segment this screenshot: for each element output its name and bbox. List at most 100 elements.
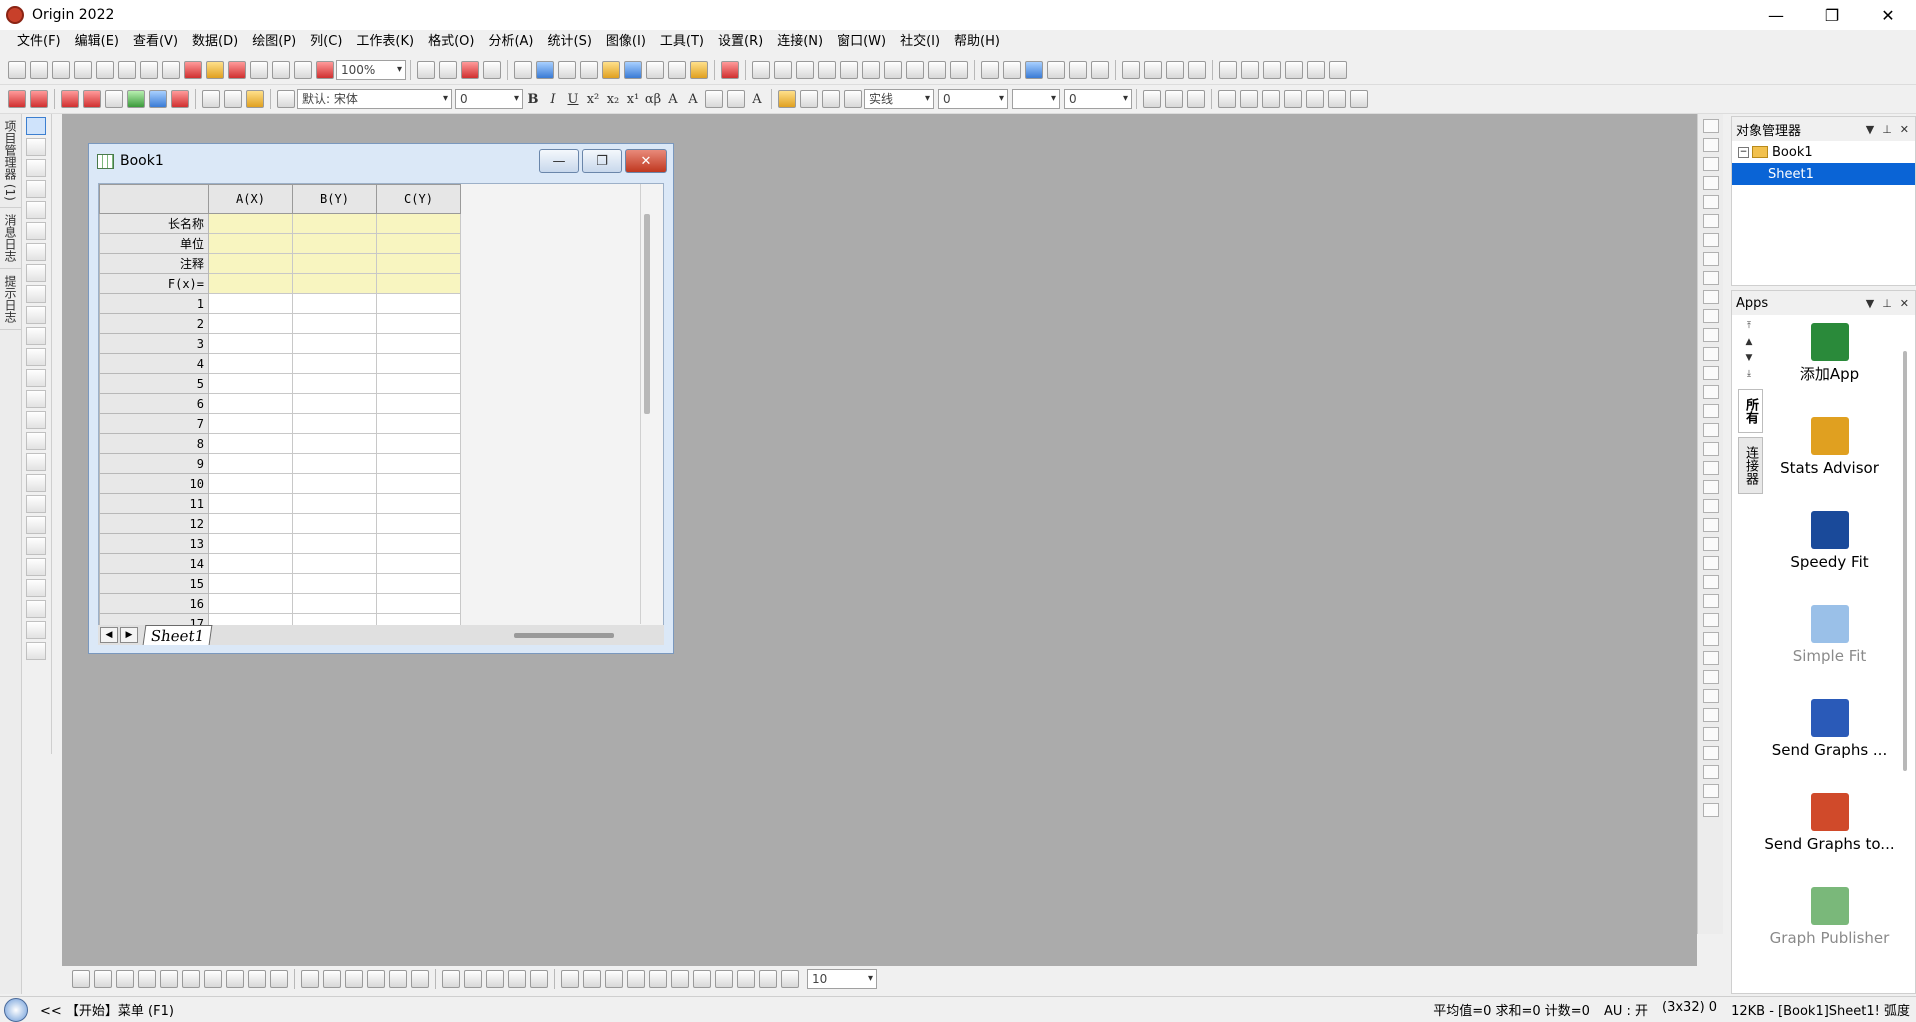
set-none-icon[interactable] bbox=[1091, 61, 1109, 79]
layer-icon[interactable] bbox=[105, 90, 123, 108]
italic-icon[interactable]: I bbox=[544, 92, 562, 107]
graph-theme-icon[interactable] bbox=[1703, 195, 1719, 209]
menu-item[interactable]: 数据(D) bbox=[185, 30, 245, 54]
reset-icon[interactable] bbox=[1703, 765, 1719, 779]
symbol-icon[interactable] bbox=[844, 90, 862, 108]
worksheet-cell[interactable] bbox=[208, 333, 293, 354]
duplicate-icon[interactable] bbox=[461, 61, 479, 79]
cloneable-icon[interactable] bbox=[486, 970, 504, 988]
digitizer-icon[interactable] bbox=[624, 61, 642, 79]
copy-format-icon[interactable] bbox=[781, 970, 799, 988]
row-header[interactable]: 2 bbox=[99, 313, 209, 334]
worksheet-cell[interactable] bbox=[376, 533, 461, 554]
circle-tool-icon[interactable] bbox=[26, 516, 46, 534]
close-button[interactable]: ✕ bbox=[1860, 0, 1916, 30]
save-template-icon[interactable] bbox=[272, 61, 290, 79]
new-graph-icon[interactable] bbox=[74, 61, 92, 79]
paste-icon[interactable] bbox=[246, 90, 264, 108]
worksheet-cell[interactable] bbox=[376, 373, 461, 394]
worksheet-cell[interactable] bbox=[376, 513, 461, 534]
font-size-select[interactable]: 0 bbox=[455, 89, 523, 109]
column-statistics-icon[interactable] bbox=[752, 61, 770, 79]
menu-item[interactable]: 社交(I) bbox=[893, 30, 947, 54]
spread-icon[interactable] bbox=[715, 970, 733, 988]
bring-front-icon[interactable] bbox=[1703, 518, 1719, 532]
worksheet-cell[interactable] bbox=[292, 313, 377, 334]
apps-scrollbar[interactable] bbox=[1903, 351, 1907, 771]
row-header[interactable]: 13 bbox=[99, 533, 209, 554]
swap-icon[interactable] bbox=[1219, 61, 1237, 79]
refresh-graph-icon[interactable] bbox=[171, 90, 189, 108]
hide-icon[interactable] bbox=[1703, 499, 1719, 513]
column-plot-icon[interactable] bbox=[138, 970, 156, 988]
graph-template-icon[interactable] bbox=[464, 970, 482, 988]
data-reader-icon[interactable] bbox=[26, 222, 46, 240]
tab-all[interactable]: 所有 bbox=[1738, 389, 1763, 433]
scroll-top-icon[interactable]: ⤒ bbox=[1736, 321, 1762, 337]
row-header[interactable]: 14 bbox=[99, 553, 209, 574]
scrollbar-thumb[interactable] bbox=[514, 633, 614, 638]
row-header[interactable]: 单位 bbox=[99, 233, 209, 254]
fill-color-icon[interactable] bbox=[778, 90, 796, 108]
zoom-select[interactable]: 100% bbox=[336, 60, 406, 80]
worksheet-cell[interactable] bbox=[376, 253, 461, 274]
layer-skew-icon[interactable] bbox=[627, 970, 645, 988]
scroll-up-icon[interactable]: ▲ bbox=[1736, 337, 1762, 353]
legend-icon[interactable] bbox=[1703, 233, 1719, 247]
import-icon[interactable] bbox=[228, 61, 246, 79]
worksheet-cell[interactable] bbox=[208, 273, 293, 294]
cascade-icon[interactable] bbox=[1703, 803, 1719, 817]
worksheet-cell[interactable] bbox=[376, 553, 461, 574]
column-header[interactable]: A(X) bbox=[208, 184, 293, 214]
worksheet-cell[interactable] bbox=[208, 453, 293, 474]
pointer-icon[interactable] bbox=[26, 117, 46, 135]
ungroup-icon[interactable] bbox=[1350, 90, 1368, 108]
grid-icon[interactable] bbox=[1703, 404, 1719, 418]
worksheet-cell[interactable] bbox=[208, 473, 293, 494]
line-width-select[interactable]: 0 bbox=[938, 89, 1008, 109]
worksheet-cell[interactable] bbox=[292, 573, 377, 594]
3d-bar-icon[interactable] bbox=[323, 970, 341, 988]
sheet-tab[interactable]: Sheet1 bbox=[142, 625, 213, 645]
row-header[interactable]: 15 bbox=[99, 573, 209, 594]
new-project-icon[interactable] bbox=[8, 61, 26, 79]
add-sheet-icon[interactable] bbox=[30, 90, 48, 108]
worksheet-cell[interactable] bbox=[208, 293, 293, 314]
status-autoupdate[interactable]: AU : 开 bbox=[1604, 1000, 1648, 1019]
table-icon[interactable] bbox=[1187, 90, 1205, 108]
grid-tool-icon[interactable] bbox=[26, 642, 46, 660]
error-bar-icon[interactable] bbox=[182, 970, 200, 988]
move-left-icon[interactable] bbox=[1144, 61, 1162, 79]
worksheet-cell[interactable] bbox=[208, 573, 293, 594]
row-header[interactable]: 6 bbox=[99, 393, 209, 414]
scroll-bottom-icon[interactable]: ⤓ bbox=[1736, 369, 1762, 385]
add-column-icon[interactable] bbox=[721, 61, 739, 79]
arrange-icon[interactable] bbox=[1703, 328, 1719, 342]
new-function-icon[interactable] bbox=[118, 61, 136, 79]
group-icon[interactable] bbox=[1328, 90, 1346, 108]
worksheet-cell[interactable] bbox=[208, 433, 293, 454]
worksheet-cell[interactable] bbox=[208, 513, 293, 534]
worksheet-cell[interactable] bbox=[376, 453, 461, 474]
sort-icon[interactable] bbox=[796, 61, 814, 79]
sheet-prev-icon[interactable]: ◀ bbox=[100, 627, 118, 643]
row-header[interactable]: 注释 bbox=[99, 253, 209, 274]
trapezoid-icon[interactable] bbox=[649, 970, 667, 988]
align-top-icon[interactable] bbox=[1703, 556, 1719, 570]
workbook-close-button[interactable]: ✕ bbox=[625, 149, 667, 173]
layer-add-icon[interactable] bbox=[1703, 176, 1719, 190]
menu-item[interactable]: 工作表(K) bbox=[349, 30, 421, 54]
move-right-icon[interactable] bbox=[1166, 61, 1184, 79]
worksheet-cell[interactable] bbox=[292, 593, 377, 614]
worksheet-cell[interactable] bbox=[292, 333, 377, 354]
arrow-right-icon[interactable] bbox=[1263, 61, 1281, 79]
worksheet-cell[interactable] bbox=[376, 313, 461, 334]
send-back-icon[interactable] bbox=[1703, 537, 1719, 551]
row-statistics-icon[interactable] bbox=[774, 61, 792, 79]
column-header[interactable]: B(Y) bbox=[292, 184, 377, 214]
symbol-shape-select[interactable] bbox=[1012, 89, 1060, 109]
column-chart-icon[interactable] bbox=[840, 61, 858, 79]
grouped-chart-icon[interactable] bbox=[884, 61, 902, 79]
worksheet-cell[interactable] bbox=[292, 393, 377, 414]
new-folder-icon[interactable] bbox=[30, 61, 48, 79]
